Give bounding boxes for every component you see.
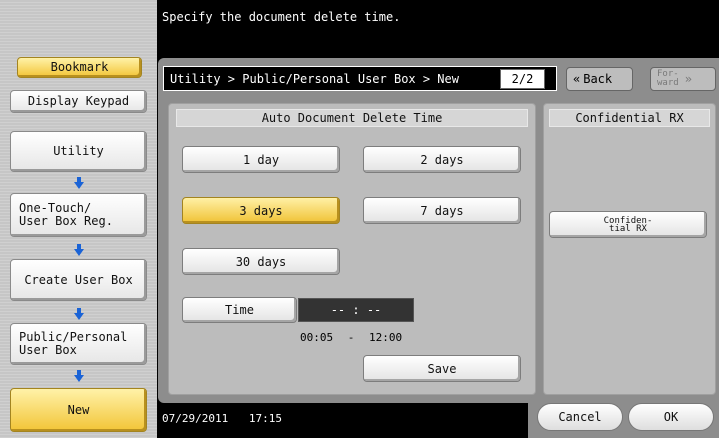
double-left-arrow-icon: « — [573, 72, 581, 86]
bookmark-button[interactable]: Bookmark — [17, 57, 142, 78]
nav-item-public-personal[interactable]: Public/Personal User Box — [10, 323, 147, 365]
range-end: 12:00 — [369, 331, 403, 344]
option-3-days-button[interactable]: 3 days — [182, 197, 340, 224]
page-indicator: 2/2 — [500, 69, 545, 89]
nav-item-create-user-box[interactable]: Create User Box — [10, 259, 147, 301]
back-button[interactable]: « Back — [566, 67, 633, 91]
option-7-days-button[interactable]: 7 days — [363, 197, 521, 224]
auto-delete-title: Auto Document Delete Time — [176, 109, 528, 127]
option-1-day-button[interactable]: 1 day — [182, 146, 340, 173]
nav-item-one-touch[interactable]: One-Touch/ User Box Reg. — [10, 193, 147, 237]
option-30-days-button[interactable]: 30 days — [182, 248, 340, 275]
confidential-group — [543, 103, 716, 395]
nav-item-utility[interactable]: Utility — [10, 131, 147, 172]
time-button[interactable]: Time — [182, 297, 297, 323]
time-text: 17:15 — [248, 412, 282, 425]
time-range: 00:05 - 12:00 — [300, 331, 402, 344]
left-nav: Bookmark Display Keypad Utility One-Touc… — [0, 0, 157, 438]
back-label: Back — [583, 72, 613, 86]
instruction-message: Specify the document delete time. — [162, 10, 401, 24]
down-arrow-icon — [74, 308, 84, 320]
range-start: 00:05 — [300, 331, 334, 344]
nav-item-new[interactable]: New — [10, 388, 147, 432]
datetime: 07/29/2011 17:15 — [162, 412, 282, 425]
breadcrumb: Utility > Public/Personal User Box > New — [163, 66, 557, 91]
confidential-rx-label: Confiden- tial RX — [603, 215, 653, 234]
down-arrow-icon — [74, 370, 84, 382]
ok-button[interactable]: OK — [628, 403, 714, 431]
breadcrumb-text: Utility > Public/Personal User Box > New — [170, 71, 459, 86]
down-arrow-icon — [74, 244, 84, 256]
cancel-button[interactable]: Cancel — [537, 403, 623, 431]
time-value-display: -- : -- — [298, 298, 414, 322]
save-button[interactable]: Save — [363, 355, 521, 382]
option-2-days-button[interactable]: 2 days — [363, 146, 521, 173]
display-keypad-button[interactable]: Display Keypad — [10, 90, 147, 113]
range-separator: - — [347, 331, 355, 344]
confidential-rx-button[interactable]: Confiden- tial RX — [549, 211, 707, 238]
forward-button[interactable]: For- ward » — [650, 67, 716, 91]
down-arrow-icon — [74, 177, 84, 189]
double-right-arrow-icon: » — [684, 71, 692, 86]
date-text: 07/29/2011 — [162, 412, 229, 425]
forward-label: For- ward — [657, 69, 679, 88]
confidential-title: Confidential RX — [549, 109, 710, 127]
